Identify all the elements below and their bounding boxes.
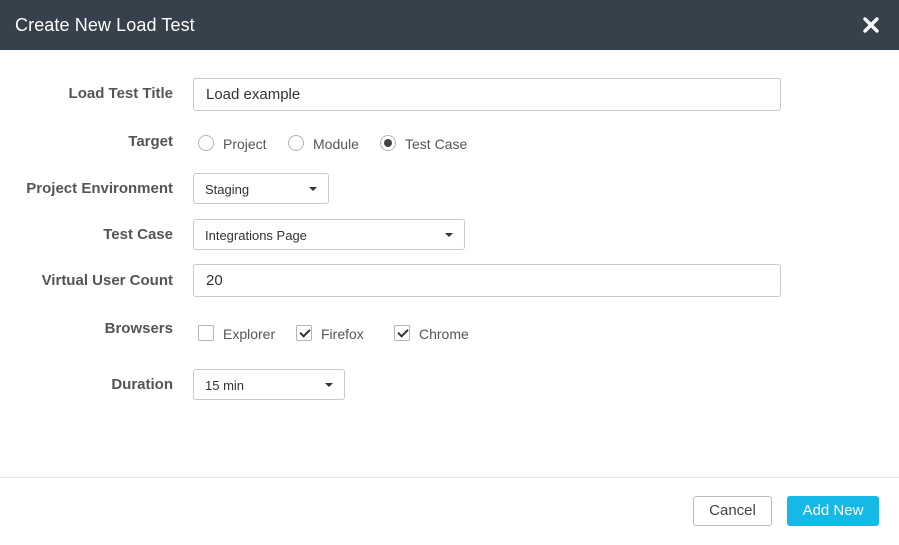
test-case-selected: Integrations Page <box>205 228 307 243</box>
checkbox-chrome[interactable] <box>394 325 410 341</box>
target-option-label: Project <box>223 136 267 152</box>
browser-option-explorer[interactable]: Explorer <box>198 324 286 344</box>
radio-project[interactable] <box>198 135 214 151</box>
title-input[interactable] <box>193 78 781 111</box>
title-label: Load Test Title <box>68 85 173 102</box>
target-label: Target <box>128 133 173 150</box>
target-option-label: Module <box>313 136 359 152</box>
duration-selected: 15 min <box>205 378 245 393</box>
dialog-header: Create New Load Test <box>0 0 899 50</box>
cancel-button[interactable]: Cancel <box>693 496 772 526</box>
test-case-select[interactable]: Integrations Page <box>193 219 465 250</box>
duration-label: Duration <box>111 376 173 393</box>
chevron-down-icon <box>325 383 333 387</box>
footer-divider <box>0 477 899 478</box>
environment-select[interactable]: Staging <box>193 173 329 204</box>
target-option-label: Test Case <box>405 136 468 152</box>
browser-option-chrome[interactable]: Chrome <box>394 324 474 344</box>
browser-option-label: Firefox <box>321 326 364 342</box>
user-count-input[interactable] <box>193 264 781 297</box>
browsers-label: Browsers <box>104 320 173 337</box>
target-option-project[interactable]: Project <box>198 134 278 154</box>
environment-selected: Staging <box>205 182 250 197</box>
close-icon[interactable] <box>861 15 881 35</box>
checkbox-firefox[interactable] <box>296 325 312 341</box>
chevron-down-icon <box>445 233 453 237</box>
add-new-button[interactable]: Add New <box>787 496 879 526</box>
radio-module[interactable] <box>288 135 304 151</box>
chevron-down-icon <box>309 187 317 191</box>
environment-label: Project Environment <box>26 180 173 197</box>
test-case-label: Test Case <box>103 226 173 243</box>
browser-option-label: Chrome <box>419 326 469 342</box>
checkbox-explorer[interactable] <box>198 325 214 341</box>
browser-option-firefox[interactable]: Firefox <box>296 324 376 344</box>
dialog-title: Create New Load Test <box>15 15 195 35</box>
user-count-label: Virtual User Count <box>41 272 173 289</box>
target-option-module[interactable]: Module <box>288 134 368 154</box>
duration-select[interactable]: 15 min <box>193 369 345 400</box>
browser-option-label: Explorer <box>223 326 276 342</box>
target-option-test-case[interactable]: Test Case <box>380 134 470 154</box>
radio-test-case[interactable] <box>380 135 396 151</box>
